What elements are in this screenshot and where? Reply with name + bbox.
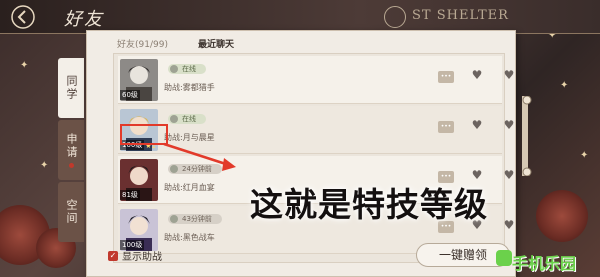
avatar[interactable]: 60级 bbox=[120, 59, 158, 101]
notification-dot bbox=[68, 162, 74, 168]
show-assist-label: 显示助战 bbox=[122, 252, 162, 263]
back-icon bbox=[11, 5, 35, 29]
avatar[interactable]: 81级 bbox=[120, 159, 158, 201]
assist-label: 助战:黑色战车 bbox=[164, 233, 215, 242]
watermark-logo-icon bbox=[496, 250, 512, 266]
receive-heart-icon[interactable]: ♥ bbox=[502, 118, 516, 134]
binder-hinge-icon bbox=[522, 96, 532, 176]
tab-friends[interactable]: 好友(91/99) bbox=[117, 37, 168, 50]
tab-classmates[interactable]: 同学 bbox=[58, 58, 84, 118]
page-title: 好友 bbox=[64, 9, 104, 30]
receive-heart-icon[interactable]: ♥ bbox=[502, 218, 516, 234]
level-label: 81级 bbox=[120, 190, 140, 200]
friend-row[interactable]: 60级 在线 助战:雾都猎手 ••• ♥ ♥ bbox=[118, 56, 514, 104]
receive-heart-icon[interactable]: ♥ bbox=[502, 68, 516, 84]
annotation-text: 这就是特技等级 bbox=[250, 185, 488, 224]
red-arrow-icon bbox=[163, 142, 236, 171]
star-decoration: ✦ bbox=[560, 80, 569, 91]
star-decoration: ✦ bbox=[20, 60, 29, 71]
star-decoration: ✦ bbox=[580, 150, 589, 161]
assist-label: 助战:红月血宴 bbox=[164, 183, 215, 192]
shelter-emblem-icon bbox=[384, 6, 406, 28]
panel-tabs: 好友(91/99) 最近聊天 bbox=[117, 37, 234, 50]
brand-label: ST SHELTER bbox=[412, 8, 509, 23]
friends-panel: 好友(91/99) 最近聊天 60级 在线 助战:雾都猎手 ••• ♥ ♥ 10… bbox=[86, 30, 516, 277]
back-button[interactable] bbox=[6, 2, 40, 32]
send-heart-icon[interactable]: ♥ bbox=[470, 118, 484, 134]
top-bar: 好友 ST SHELTER bbox=[0, 0, 600, 34]
status-badge: 在线 bbox=[168, 64, 206, 74]
level-label: 60级 bbox=[120, 90, 140, 100]
tab-label: 空间 bbox=[65, 199, 78, 225]
avatar[interactable]: 100级 bbox=[120, 209, 158, 251]
tab-requests[interactable]: 申请 bbox=[58, 120, 84, 180]
tab-recent-chat[interactable]: 最近聊天 bbox=[198, 37, 234, 50]
assist-label: 助战:雾都猎手 bbox=[164, 83, 215, 92]
status-badge: 在线 bbox=[168, 114, 206, 124]
send-heart-icon[interactable]: ♥ bbox=[470, 68, 484, 84]
tab-label: 同学 bbox=[65, 75, 78, 101]
checkbox-icon[interactable]: ✓ bbox=[108, 250, 118, 261]
tab-label: 申请 bbox=[65, 132, 78, 159]
tab-space[interactable]: 空间 bbox=[58, 182, 84, 242]
watermark-text: 手机乐园 bbox=[512, 254, 577, 273]
chat-button[interactable]: ••• bbox=[438, 121, 454, 133]
star-decoration: ✦ bbox=[40, 160, 49, 171]
status-badge: 43分钟前 bbox=[168, 214, 222, 224]
side-tabs: 同学 申请 空间 bbox=[58, 58, 84, 244]
chat-button[interactable]: ••• bbox=[438, 71, 454, 83]
highlight-box bbox=[120, 124, 168, 145]
receive-heart-icon[interactable]: ♥ bbox=[502, 168, 516, 184]
show-assist-toggle[interactable]: ✓ 显示助战 bbox=[108, 248, 162, 263]
rose-decoration bbox=[536, 190, 588, 242]
